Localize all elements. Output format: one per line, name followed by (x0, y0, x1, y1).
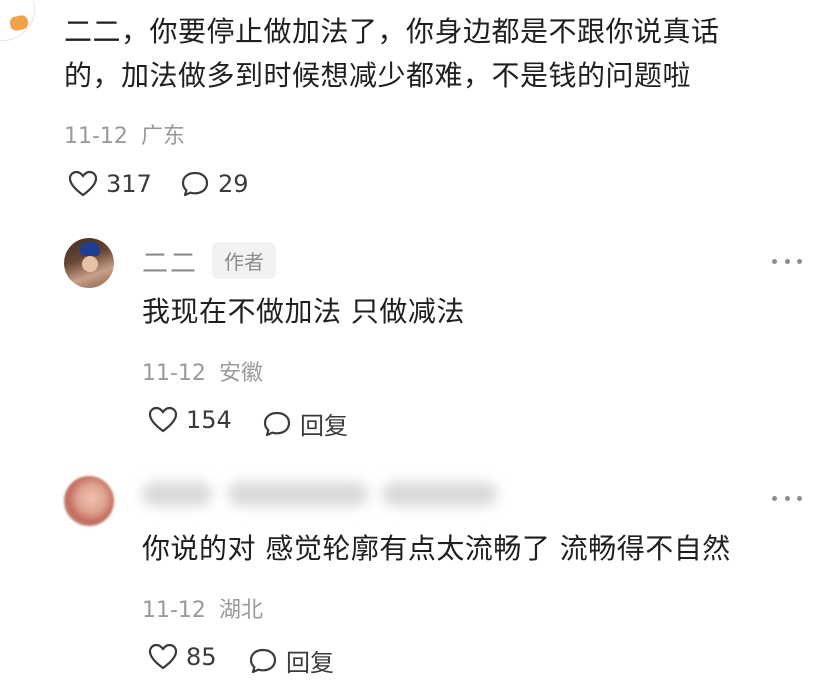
reply2-date: 11-12 (142, 598, 206, 623)
reply1-reply-button[interactable]: 回复 (262, 406, 348, 441)
heart-outline-icon (148, 643, 178, 671)
avatar-decoration (8, 14, 30, 32)
speech-bubble-icon (180, 170, 210, 198)
top-comment-meta: 11-12 广东 (64, 118, 185, 150)
reply1-date: 11-12 (142, 361, 206, 386)
top-comment-text-line1: 二二，你要停止做加法了，你身边都是不跟你说真话 (64, 15, 720, 48)
top-replies-button[interactable]: 29 (180, 170, 249, 198)
more-dot (797, 495, 802, 501)
reply1-meta: 11-12 安徽 (142, 355, 263, 387)
more-dot (772, 258, 777, 264)
top-like-button[interactable]: 317 (68, 170, 152, 198)
speech-bubble-icon (248, 647, 278, 675)
reply2-location: 湖北 (218, 598, 263, 623)
reply2-like-button[interactable]: 85 (148, 643, 217, 671)
top-comment-text-line2: 的，加法做多到时候想减少都难，不是钱的问题啦 (64, 59, 692, 92)
reply1-location: 安徽 (218, 361, 263, 386)
reply2-avatar[interactable] (64, 476, 114, 526)
reply1-avatar[interactable] (64, 238, 114, 288)
reply2-text: 你说的对 感觉轮廓有点太流畅了 流畅得不自然 (142, 532, 731, 565)
reply2-reply-button[interactable]: 回复 (248, 643, 334, 678)
more-dot (784, 258, 790, 264)
more-dot (772, 495, 777, 501)
top-avatar[interactable] (0, 0, 34, 40)
reply2-reply-label: 回复 (286, 649, 334, 677)
top-like-count: 317 (106, 170, 152, 198)
avatar-face (82, 256, 98, 272)
reply1-reply-label: 回复 (300, 412, 348, 440)
blurred-username (382, 482, 497, 506)
top-reply-count: 29 (218, 170, 249, 198)
speech-bubble-icon (262, 410, 292, 438)
avatar-hat (80, 242, 100, 256)
blurred-username (142, 482, 212, 506)
reply2-like-count: 85 (186, 643, 217, 671)
reply1-like-count: 154 (186, 406, 232, 434)
reply1-username[interactable]: 二二 (142, 243, 198, 280)
reply2-meta: 11-12 湖北 (142, 592, 263, 624)
blurred-username (228, 482, 368, 506)
reply2-more-button[interactable] (772, 494, 802, 502)
reply1-like-button[interactable]: 154 (148, 406, 232, 434)
top-comment-location: 广东 (140, 124, 185, 149)
heart-outline-icon (148, 406, 178, 434)
reply1-more-button[interactable] (772, 257, 802, 265)
top-comment-date: 11-12 (64, 124, 128, 149)
heart-outline-icon (68, 170, 98, 198)
more-dot (797, 258, 802, 264)
author-badge: 作者 (212, 242, 276, 279)
more-dot (784, 495, 790, 501)
reply1-text: 我现在不做加法 只做减法 (142, 295, 465, 328)
